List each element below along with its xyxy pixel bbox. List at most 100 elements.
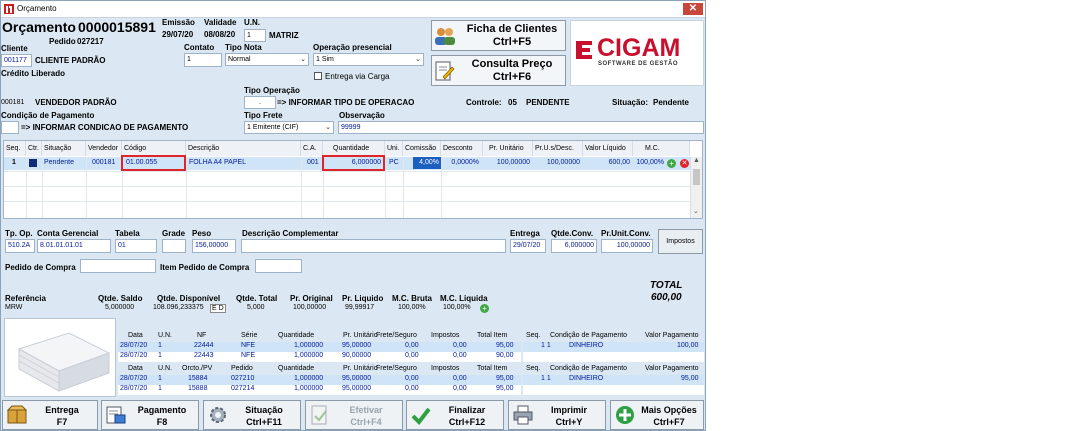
grid-col-line	[186, 157, 187, 218]
mais-button-shortcut: Ctrl+F7	[653, 417, 685, 427]
ficha-clientes-button[interactable]: Ficha de Clientes Ctrl+F5	[431, 20, 566, 51]
pedido-cell: 95,00	[496, 385, 514, 392]
item-comissao[interactable]: 4,00%	[413, 157, 441, 169]
item-pedido-compra-field[interactable]	[255, 259, 302, 273]
checkmark-icon	[411, 407, 431, 425]
title-bar: Orçamento ✕	[1, 1, 705, 18]
contato-label: Contato	[184, 43, 215, 52]
tipo-nota-select[interactable]: Normal ⌄	[225, 53, 309, 66]
ed-buttons[interactable]: E D	[210, 304, 226, 313]
pedido-number: 027217	[77, 37, 104, 46]
mais-button-label: Mais Opções	[641, 405, 697, 415]
finalizar-button[interactable]: Finalizar Ctrl+F12	[406, 400, 504, 430]
nf-header-total: Total Item	[477, 332, 508, 339]
tp-op-field[interactable]: 510.2A	[5, 239, 35, 253]
un-name: MATRIZ	[269, 31, 299, 40]
col-header-ca[interactable]: C.A.	[301, 141, 323, 156]
pedido-compra-field[interactable]	[80, 259, 156, 273]
condicao-field[interactable]	[1, 121, 19, 134]
grid-scrollbar[interactable]: ▲ ⌄	[690, 157, 702, 218]
nf-cell: 0,00	[453, 342, 467, 349]
col-header-codigo[interactable]: Código	[122, 141, 186, 156]
mc-bruta-label: M.C. Bruta	[392, 294, 432, 303]
validade-label: Validade	[204, 18, 237, 27]
pedido-cell: 0,00	[453, 385, 467, 392]
col-header-ctr[interactable]: Ctr.	[26, 141, 42, 156]
grade-field[interactable]	[162, 239, 186, 253]
mc-liquida-value: 100,00%	[443, 304, 471, 311]
pedido-header-frete: Frete/Seguro	[376, 365, 417, 372]
col-header-descricao[interactable]: Descrição	[186, 141, 301, 156]
mais-opcoes-button[interactable]: Mais Opções Ctrl+F7	[610, 400, 704, 430]
situacao-button[interactable]: Situação Ctrl+F11	[203, 400, 301, 430]
nf-row[interactable]: 28/07/20 1 22443 NFE 1,000000 90,00000 0…	[118, 352, 521, 362]
finalizar-button-shortcut: Ctrl+F12	[448, 417, 486, 427]
pagto2-row[interactable]: 1 1 DINHEIRO 95,00	[523, 375, 704, 385]
peso-field[interactable]: 156,00000	[192, 239, 236, 253]
col-header-quantidade[interactable]: Quantidade	[323, 141, 385, 156]
tipo-operacao-field[interactable]: .	[244, 96, 276, 109]
col-header-mc[interactable]: M.C.	[633, 141, 690, 156]
pedido-row[interactable]: 28/07/20 1 15884 027210 1,000000 95,0000…	[118, 375, 521, 385]
observacao-field[interactable]: 99999	[338, 121, 704, 134]
col-header-uni[interactable]: Uni.	[385, 141, 403, 156]
pagamento-button-label: Pagamento	[137, 405, 187, 415]
tipo-frete-select[interactable]: 1 Emitente (CIF) ⌄	[244, 121, 334, 134]
pr-unit-conv-field[interactable]: 100,00000	[601, 239, 653, 253]
add-icon[interactable]: +	[480, 304, 489, 313]
col-header-seq[interactable]: Seq.	[4, 141, 26, 156]
grid-col-line	[301, 157, 302, 218]
pedido-table: Data U.N. Orcto./PV Pedido Quantidade Pr…	[118, 365, 521, 395]
edit-document-icon	[435, 61, 455, 81]
imprimir-button[interactable]: Imprimir Ctrl+Y	[508, 400, 606, 430]
pagto1-row[interactable]: 1 1 DINHEIRO 100,00	[523, 342, 704, 352]
delete-item-icon[interactable]: ✕	[680, 159, 689, 168]
un-label: U.N.	[244, 18, 260, 27]
cliente-code-field[interactable]: 001177	[1, 54, 32, 67]
pagamento-button[interactable]: Pagamento F8	[101, 400, 199, 430]
nf-header-frete: Frete/Seguro	[376, 332, 417, 339]
product-image	[4, 318, 116, 397]
operacao-label: Operação presencial	[313, 43, 392, 52]
nf-table: Data U.N. NF Série Quantidade Pr. Unitár…	[118, 332, 521, 362]
qtde-disp-value: 108.096,233375	[153, 304, 204, 311]
qtde-conv-field[interactable]: 6,000000	[551, 239, 597, 253]
pedido-cell: 0,00	[405, 375, 419, 382]
un-field[interactable]: 1	[244, 29, 266, 42]
scroll-up-icon[interactable]: ▲	[693, 157, 700, 164]
col-header-pr-sdesc[interactable]: Pr.U.s/Desc.	[533, 141, 583, 156]
cliente-name: CLIENTE PADRÃO	[35, 56, 106, 65]
close-button[interactable]: ✕	[683, 3, 703, 15]
grid-col-line	[403, 157, 404, 218]
plus-circle-icon	[616, 406, 634, 424]
entrega-button[interactable]: Entrega F7	[2, 400, 98, 430]
tipo-nota-label: Tipo Nota	[225, 43, 262, 52]
pedido-cell: 95,00000	[342, 375, 372, 382]
col-header-vendedor[interactable]: Vendedor	[86, 141, 122, 156]
desc-compl-field[interactable]	[241, 239, 506, 253]
entrega-carga-checkbox[interactable]	[314, 72, 322, 80]
entrega-carga-label: Entrega via Carga	[325, 72, 390, 81]
pagto1-cell: DINHEIRO	[569, 342, 604, 349]
pedido-row[interactable]: 28/07/20 1 15888 027214 1,000000 95,0000…	[118, 385, 521, 395]
entrega-field[interactable]: 29/07/20	[510, 239, 546, 253]
add-item-icon[interactable]: +	[667, 159, 676, 168]
impostos-button[interactable]: Impostos	[658, 229, 703, 254]
consulta-shortcut: Ctrl+F6	[492, 71, 532, 83]
tabela-field[interactable]: 01	[115, 239, 157, 253]
col-header-valor-liquido[interactable]: Valor Líquido	[583, 141, 633, 156]
col-header-pr-unitario[interactable]: Pr. Unitário	[483, 141, 533, 156]
col-header-situacao[interactable]: Situação	[42, 141, 86, 156]
efetivar-button[interactable]: Efetivar Ctrl+F4	[305, 400, 403, 430]
col-header-comissao[interactable]: Comissão	[403, 141, 441, 156]
contato-field[interactable]: 1	[184, 53, 222, 67]
scroll-thumb[interactable]	[693, 169, 700, 185]
conta-field[interactable]: 8.01.01.01.01	[37, 239, 111, 253]
scroll-down-icon[interactable]: ⌄	[693, 207, 699, 215]
nf-row[interactable]: 28/07/20 1 22444 NFE 1,000000 95,00000 0…	[118, 342, 521, 352]
pagto1-empty-row	[523, 352, 704, 362]
col-header-desconto[interactable]: Desconto	[441, 141, 483, 156]
operacao-select[interactable]: 1 Sim ⌄	[313, 53, 424, 66]
consulta-preco-button[interactable]: Consulta Preço Ctrl+F6	[431, 55, 566, 86]
window-title: Orçamento	[17, 4, 57, 13]
